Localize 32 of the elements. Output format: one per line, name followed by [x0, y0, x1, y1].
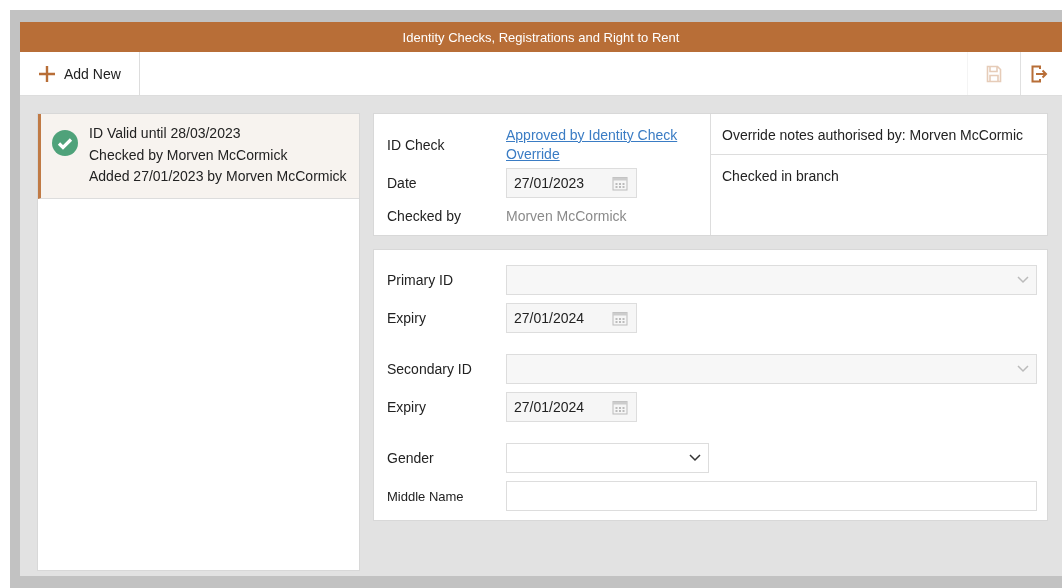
value-text: Morven McCormick — [506, 208, 628, 224]
override-link[interactable]: Approved by Identity Check Override — [506, 126, 696, 164]
plus-icon — [38, 64, 56, 83]
calendar-icon[interactable] — [612, 310, 628, 326]
dropdown-field[interactable] — [506, 443, 709, 473]
exit-icon — [1031, 64, 1048, 83]
chevron-down-icon — [689, 454, 701, 462]
calendar-icon[interactable] — [612, 399, 628, 415]
field-label: Expiry — [387, 399, 427, 415]
record-text: Checked by Morven McCormick — [89, 145, 289, 165]
field-label: Middle Name — [387, 488, 465, 504]
field-label: Date — [387, 175, 418, 191]
chevron-down-icon — [1017, 365, 1029, 373]
field-label: Primary ID — [387, 272, 455, 288]
field-label: Checked by — [387, 208, 462, 224]
date-field[interactable]: 27/01/2023 — [506, 168, 637, 198]
calendar-icon[interactable] — [612, 175, 628, 191]
field-label: Expiry — [387, 310, 427, 326]
date-field[interactable]: 27/01/2024 — [506, 303, 637, 333]
save-icon — [986, 64, 1002, 83]
note-text: Checked in branch — [722, 168, 839, 184]
window-title: Identity Checks, Registrations and Right to Rent — [20, 22, 1062, 52]
record-text: ID Valid until 28/03/2023 — [89, 124, 242, 143]
date-field[interactable]: 27/01/2024 — [506, 392, 637, 422]
field-label: ID Check — [387, 135, 446, 155]
field-label: Gender — [387, 450, 435, 466]
record-text: Added 27/01/2023 by Morven McCormick — [89, 167, 347, 186]
record-item[interactable]: ID Valid until 28/03/2023 Checked by Morven McCormick Added 27/01/2023 by Morven McCormick — [38, 114, 359, 199]
note-text: Override notes authorised by: Morven McCormic — [722, 127, 1024, 143]
input-field[interactable] — [506, 481, 1037, 511]
field-label: Secondary ID — [387, 361, 473, 377]
chevron-down-icon — [1017, 276, 1029, 284]
